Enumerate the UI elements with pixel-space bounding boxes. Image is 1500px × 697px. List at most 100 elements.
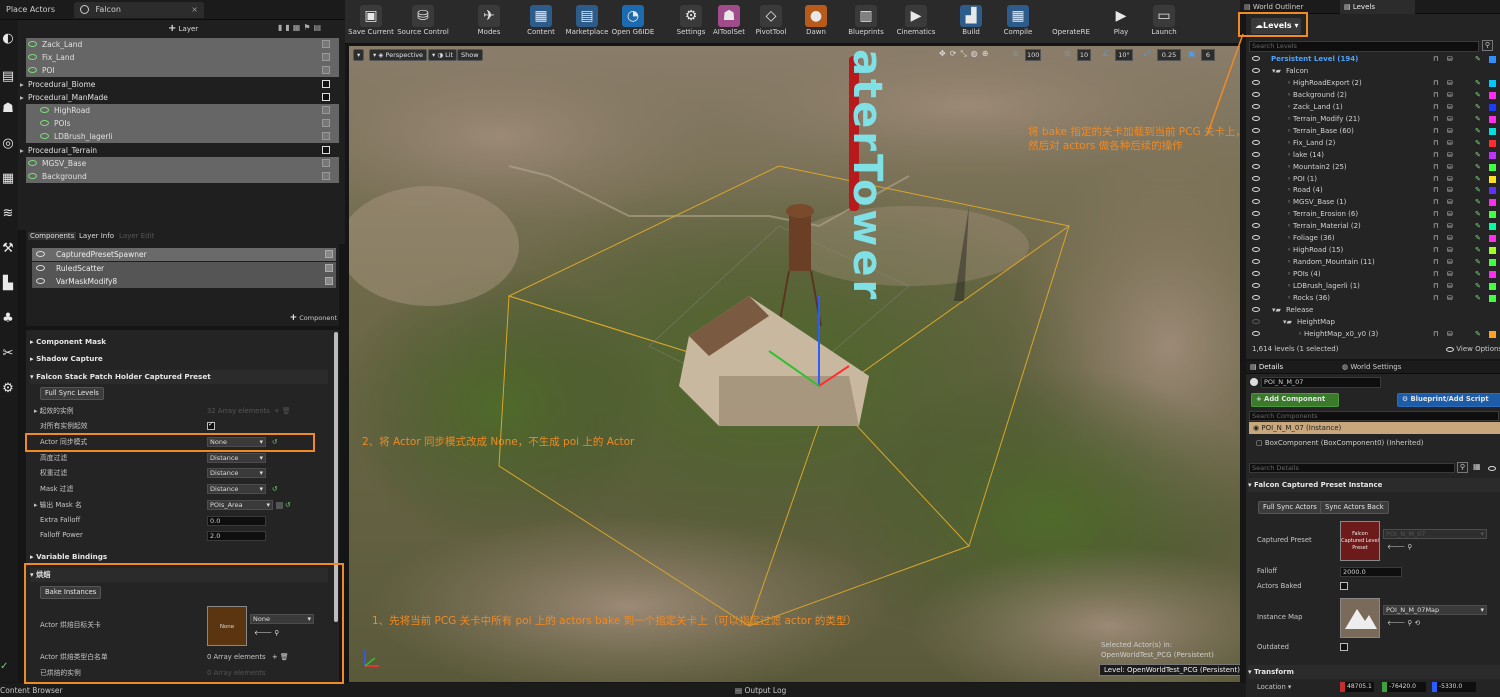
layer-row[interactable]: ▸ Procedural_Terrain [20, 143, 339, 157]
level-color-swatch[interactable] [1489, 247, 1496, 255]
lock-icon[interactable]: ⊓ [1433, 268, 1438, 280]
section-falcon-captured-preset[interactable]: ▾ Falcon Captured Preset Instance [1248, 478, 1500, 492]
chevron-right-icon[interactable]: ▸ [20, 78, 24, 91]
level-row[interactable]: ▾▰ Release [1249, 304, 1500, 316]
edit-color-icon[interactable]: ✎ [1475, 137, 1481, 149]
search-details-input[interactable]: Search Details [1249, 463, 1455, 473]
layer-checkbox[interactable] [322, 119, 330, 128]
snap-toggle-icon[interactable]: ⤢ [1144, 49, 1150, 59]
toolbar-item[interactable]: ▦ Compile [992, 3, 1044, 41]
landscape-mode-icon[interactable]: ▤ [0, 68, 16, 86]
eye-icon[interactable] [36, 278, 45, 284]
eye-icon[interactable] [36, 264, 45, 271]
enabled-instances-icons[interactable]: + 🗑 [274, 404, 291, 419]
layer-row[interactable]: MGSV_Base [26, 156, 339, 170]
source-control-icon[interactable]: ⛁ [1447, 232, 1453, 244]
lock-icon[interactable]: ⊓ [1433, 208, 1438, 220]
component-row[interactable]: VarMaskModify8 [32, 275, 336, 288]
source-control-icon[interactable]: ⛁ [1447, 328, 1453, 340]
edit-color-icon[interactable]: ✎ [1475, 53, 1481, 65]
search-icon[interactable]: ⚲ [1457, 462, 1468, 473]
level-row[interactable]: ◦ Random_Mountain (11) ⊓ ⛁ ✎ [1249, 256, 1500, 268]
level-row[interactable]: ◦ Mountain2 (25) ⊓ ⛁ ✎ [1249, 161, 1500, 173]
blueprint-add-script-button[interactable]: ⚙ Blueprint/Add Script [1397, 393, 1500, 407]
edit-color-icon[interactable]: ✎ [1475, 256, 1481, 268]
captured-preset-tools[interactable]: 🡐 ⚲ [1387, 540, 1412, 555]
eye-icon[interactable] [1252, 139, 1260, 145]
snap-toggle-icon[interactable]: ∠ [1102, 49, 1109, 58]
source-control-icon[interactable]: ⛁ [1447, 101, 1453, 113]
snap-toggle-icon[interactable]: ⊞ [1012, 49, 1019, 58]
extra-falloff-input[interactable]: 0.0 [207, 516, 266, 526]
eye-icon[interactable] [1252, 211, 1260, 217]
gear-mode-icon[interactable]: ⚙ [0, 380, 16, 398]
lock-icon[interactable]: ⊓ [1433, 161, 1438, 173]
eye-icon[interactable] [1252, 223, 1260, 229]
eye-icon[interactable] [1488, 464, 1496, 473]
tab-world-settings[interactable]: ◍ World Settings [1342, 363, 1401, 371]
eye-icon[interactable] [1252, 283, 1260, 289]
eye-icon[interactable] [1252, 235, 1260, 241]
level-row[interactable]: ▾▰ Falcon [1249, 65, 1500, 77]
layer-row[interactable]: ▸ Procedural_Biome [20, 77, 339, 91]
snap-toggle-icon[interactable]: ⊞ [1064, 49, 1071, 58]
source-control-icon[interactable]: ⛁ [1447, 256, 1453, 268]
layer-checkbox[interactable] [322, 106, 330, 114]
lock-icon[interactable]: ⊓ [1433, 244, 1438, 256]
toolbar-item[interactable]: ▟ Build [945, 3, 997, 41]
component-checkbox[interactable] [325, 263, 333, 272]
edit-color-icon[interactable]: ✎ [1475, 232, 1481, 244]
eye-icon[interactable] [1252, 151, 1260, 157]
level-color-swatch[interactable] [1489, 283, 1496, 291]
layer-row[interactable]: Background [26, 170, 339, 183]
edit-color-icon[interactable]: ✎ [1475, 89, 1481, 101]
toolbar-item[interactable]: ◔ Open G6IDE [607, 3, 659, 41]
lock-icon[interactable]: ⊓ [1433, 328, 1438, 340]
source-control-icon[interactable]: ⛁ [1447, 125, 1453, 137]
box-component-row[interactable]: ▢ BoxComponent (BoxComponent0) (Inherite… [1256, 439, 1424, 447]
lock-icon[interactable]: ⊓ [1433, 137, 1438, 149]
captured-preset-thumbnail[interactable]: Falcon Captured Level Preset [1340, 521, 1380, 561]
tab-world-outliner[interactable]: ▤ World Outliner [1244, 3, 1303, 11]
eye-icon[interactable] [28, 54, 37, 61]
lock-icon[interactable]: ⊓ [1433, 77, 1438, 89]
layer-checkbox[interactable] [322, 158, 330, 167]
output-log-tab[interactable]: ▤ Output Log [735, 686, 786, 695]
edit-color-icon[interactable]: ✎ [1475, 113, 1481, 125]
chevron-right-icon[interactable]: ▸ [20, 91, 24, 104]
eye-icon[interactable] [1252, 187, 1260, 193]
level-row[interactable]: ◦ POIs (4) ⊓ ⛁ ✎ [1249, 268, 1500, 280]
source-control-icon[interactable]: ⛁ [1447, 173, 1453, 185]
level-row[interactable]: ◦ Terrain_Base (60) ⊓ ⛁ ✎ [1249, 125, 1500, 137]
source-control-icon[interactable]: ⛁ [1447, 268, 1453, 280]
outdated-checkbox[interactable] [1340, 643, 1348, 651]
level-row[interactable]: ◦ Zack_Land (1) ⊓ ⛁ ✎ [1249, 101, 1500, 113]
toolbar-item[interactable]: ⛁ Source Control [397, 3, 449, 41]
layer-checkbox[interactable] [322, 92, 330, 101]
viewport-menu-button[interactable]: ▾ [353, 49, 365, 61]
component-row[interactable]: RuledScatter [32, 261, 336, 275]
content-browser-tab[interactable]: Content Browser [0, 686, 63, 695]
level-row[interactable]: ◦ Road (4) ⊓ ⛁ ✎ [1249, 184, 1500, 196]
level-color-swatch[interactable] [1489, 139, 1496, 147]
snap-value[interactable]: 10° [1115, 49, 1133, 61]
source-control-icon[interactable]: ⛁ [1447, 161, 1453, 173]
layer-row[interactable]: ▸ Procedural_ManMade [20, 90, 339, 104]
lock-icon[interactable]: ⊓ [1433, 53, 1438, 65]
level-color-swatch[interactable] [1489, 235, 1496, 243]
level-color-swatch[interactable] [1489, 151, 1496, 159]
toolbar-item[interactable]: ▤ Marketplace [561, 3, 613, 41]
eye-icon[interactable] [28, 173, 37, 179]
level-row[interactable]: ◦ HighRoadExport (2) ⊓ ⛁ ✎ [1249, 77, 1500, 89]
level-color-swatch[interactable] [1489, 127, 1496, 135]
captured-preset-dropdown[interactable]: POI_N_M_07 [1383, 529, 1487, 539]
lock-icon[interactable]: ⊓ [1433, 101, 1438, 113]
height-filter-dropdown[interactable]: Distance [207, 453, 266, 463]
section-component-mask[interactable]: ▸ Component Mask [30, 335, 106, 349]
toolbar-item[interactable]: ▣ Save Current [345, 3, 397, 41]
section-transform[interactable]: ▾ Transform [1248, 665, 1500, 679]
eye-icon[interactable] [1252, 306, 1260, 312]
source-control-icon[interactable]: ⛁ [1447, 244, 1453, 256]
search-components-input[interactable]: Search Components [1249, 411, 1499, 421]
level-color-swatch[interactable] [1489, 187, 1496, 195]
